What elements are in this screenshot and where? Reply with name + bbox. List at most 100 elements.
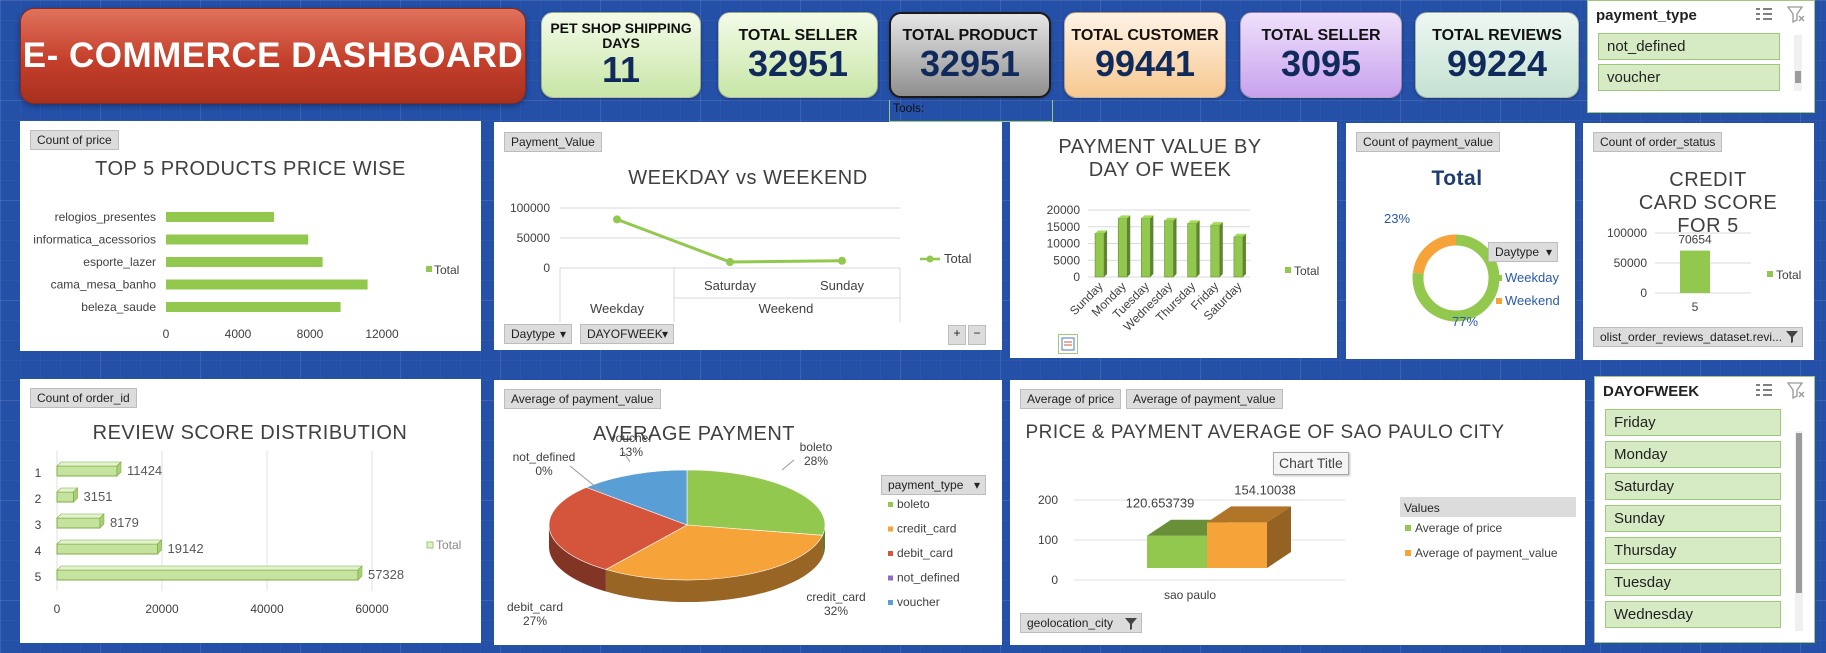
bar-average-of-price <box>1147 535 1207 568</box>
bar-wednesday <box>1164 220 1174 278</box>
kpi-value: 11 <box>601 49 641 91</box>
slicer-scrollbar[interactable] <box>1794 35 1802 91</box>
bar-side <box>1173 217 1177 277</box>
data-label: 57328 <box>368 567 404 582</box>
slicer-item-not-defined[interactable]: not_defined <box>1598 33 1780 60</box>
tools-label: Tools: <box>889 100 1053 122</box>
bar-top <box>56 539 163 545</box>
data-label-percent: 27% <box>523 614 547 628</box>
slicer-item-wednesday[interactable]: Wednesday <box>1605 601 1781 628</box>
clear-filter-icon[interactable] <box>1786 381 1806 399</box>
kpi-total-product[interactable]: TOTAL PRODUCT 32951 <box>889 12 1051 98</box>
legend-swatch-credit_card <box>888 526 893 532</box>
kpi-total-reviews: TOTAL REVIEWS 99224 <box>1415 12 1579 98</box>
y-tick-label: 0 <box>1640 286 1647 300</box>
chart-filter-icon[interactable] <box>1058 334 1078 354</box>
review-score-filter-button[interactable]: olist_order_reviews_dataset.revi... <box>1593 327 1803 347</box>
dashboard-title-banner: E- COMMERCE DASHBOARD <box>20 8 526 104</box>
slicer-item-monday[interactable]: Monday <box>1605 441 1781 468</box>
slicer-item-friday[interactable]: Friday <box>1605 409 1781 436</box>
category-label: Sunday <box>820 278 865 293</box>
bar-sunday <box>1094 233 1105 278</box>
y-tick-label: 100 <box>1038 533 1058 547</box>
multi-select-icon[interactable] <box>1754 5 1774 23</box>
slicer-item-saturday[interactable]: Saturday <box>1605 473 1781 500</box>
slicer-scrollbar[interactable] <box>1795 431 1803 631</box>
kpi-label: PET SHOP SHIPPING DAYS <box>550 19 692 52</box>
legend-total-swatch <box>1767 271 1773 277</box>
y-tick-label: 20000 <box>1047 203 1081 217</box>
bar-average-of-payment_value <box>1207 522 1267 568</box>
y-tick-label: 0 <box>1051 573 1058 587</box>
bar-score-3 <box>56 517 101 529</box>
category-label: cama_mesa_banho <box>51 278 157 292</box>
average-payment-chart: boleto28%credit_card32%debit_card27%not_… <box>507 431 960 628</box>
data-label-percent: 32% <box>824 604 848 618</box>
minus-icon: − <box>973 326 981 340</box>
legend-total-label: Total <box>1294 264 1319 278</box>
data-label-name: not_defined <box>513 450 576 464</box>
bar-score-2 <box>56 491 75 503</box>
legend-total-swatch <box>426 266 432 272</box>
daytype-filter-button[interactable]: Daytype ▾ <box>1488 242 1558 262</box>
point-Weekday <box>613 215 621 224</box>
review-score-chart: 0 20000 40000 60000 1 11424 2 3151 3 8179 4 19142 5 5… <box>35 451 461 616</box>
slicer-item-voucher[interactable]: voucher <box>1598 64 1780 91</box>
dayofweek-slicer: DAYOFWEEK Friday Monday Saturday Sunday Thur… <box>1594 376 1815 643</box>
kpi-total-seller: TOTAL SELLER 32951 <box>718 12 878 98</box>
payment-type-filter-button[interactable]: payment_type ▾ <box>881 475 986 495</box>
bar-side <box>1219 222 1223 277</box>
y-tick-label: 100000 <box>1607 226 1647 240</box>
slicer-header: payment_type <box>1596 7 1697 24</box>
bar-saturday <box>1233 236 1244 278</box>
bar-score-1 <box>56 465 118 477</box>
payment-by-day-panel: PAYMENT VALUE BY DAY OF WEEK 0 5000 10000 1… <box>1010 122 1337 358</box>
kpi-value: 99441 <box>1094 42 1196 84</box>
clear-filter-icon[interactable] <box>1786 5 1806 23</box>
slicer-item-thursday[interactable]: Thursday <box>1605 537 1781 564</box>
top5-products-panel: Count of price TOP 5 PRODUCTS PRICE WISE… <box>20 121 481 351</box>
data-label: 3151 <box>84 489 113 504</box>
y-tick-label: 50000 <box>517 231 551 245</box>
data-label-percent: 0% <box>535 464 553 478</box>
geolocation-city-filter-button[interactable]: geolocation_city <box>1020 613 1142 633</box>
dropdown-arrow-icon: ▾ <box>1545 245 1552 259</box>
legend-weekday-label: Weekday <box>1505 270 1559 285</box>
kpi-total-seller-2: TOTAL SELLER 3095 <box>1240 12 1402 98</box>
y-tick-label: 15000 <box>1047 220 1081 234</box>
bar-beleza_saude <box>166 302 341 312</box>
bar-cama_mesa_banho <box>166 279 368 290</box>
expand-field-button[interactable]: + <box>948 325 966 345</box>
y-tick-label: 100000 <box>510 201 550 215</box>
data-label-name: boleto <box>800 440 833 454</box>
multi-select-icon[interactable] <box>1754 381 1774 399</box>
category-label: esporte_lazer <box>83 255 156 269</box>
legend-weekend-swatch <box>1496 298 1502 304</box>
collapse-field-button[interactable]: − <box>968 325 986 345</box>
data-label: 120.653739 <box>1126 496 1195 511</box>
category-label: beleza_saude <box>81 300 156 314</box>
daytype-filter-button[interactable]: Daytype ▾ <box>504 324 572 344</box>
slicer-item-sunday[interactable]: Sunday <box>1605 505 1781 532</box>
data-label-percent: 28% <box>804 454 828 468</box>
sao-paulo-chart: 0 100 200 120.653739 154.10038 sao paulo Valu… <box>1038 482 1576 602</box>
legend-swatch-voucher <box>888 600 893 605</box>
legend-header: Values <box>1404 501 1440 515</box>
kpi-total-customer: TOTAL CUSTOMER 99441 <box>1064 12 1226 98</box>
point-Sunday <box>838 256 846 265</box>
slicer-item-tuesday[interactable]: Tuesday <box>1605 569 1781 596</box>
dayofweek-filter-button[interactable]: DAYOFWEEK ▾ <box>580 324 674 344</box>
bar-side <box>1196 220 1200 277</box>
category-label: informatica_acessorios <box>33 233 156 247</box>
category-label: 1 <box>35 466 42 480</box>
scroll-thumb[interactable] <box>1796 433 1802 593</box>
bar-esporte_lazer <box>166 257 323 267</box>
plus-icon: + <box>953 326 961 340</box>
bar-relogios_presentes <box>166 212 274 222</box>
kpi-value: 32951 <box>919 42 1021 84</box>
bar-monday <box>1117 218 1128 278</box>
dropdown-arrow-icon: ▾ <box>559 327 566 341</box>
scroll-thumb[interactable] <box>1795 71 1801 83</box>
average-payment-panel: Average of payment_value AVERAGE PAYMENT… <box>494 380 1002 645</box>
bar-informatica_acessorios <box>166 234 309 245</box>
